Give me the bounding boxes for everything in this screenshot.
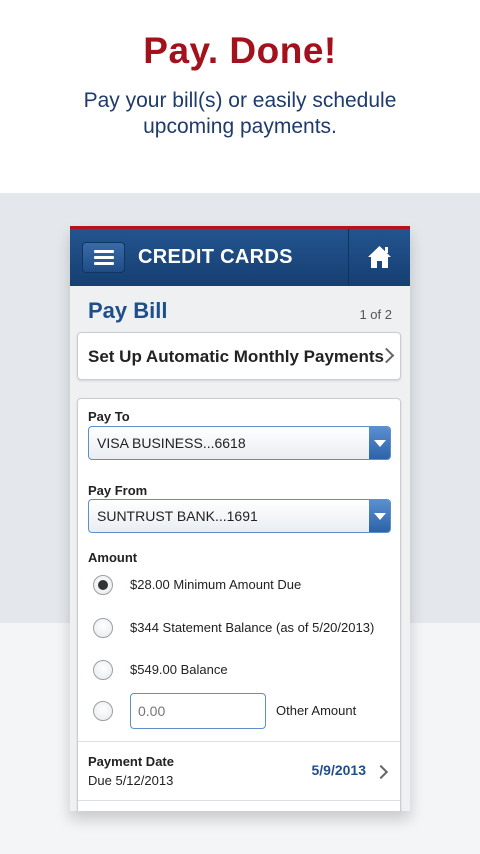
hero-section: Pay. Done! Pay your bill(s) or easily sc… <box>0 0 480 193</box>
payment-form: Pay To VISA BUSINESS...6618 Pay From SUN… <box>77 398 401 811</box>
hamburger-menu-icon[interactable] <box>82 242 125 273</box>
pay-to-select[interactable]: VISA BUSINESS...6618 <box>88 426 391 460</box>
radio-button[interactable] <box>93 618 113 638</box>
header-title: CREDIT CARDS <box>138 246 293 268</box>
hero-subtitle: Pay your bill(s) or easily schedule upco… <box>83 89 397 138</box>
home-icon[interactable] <box>349 229 410 286</box>
app-header: CREDIT CARDS <box>70 226 410 286</box>
pay-to-label: Pay To <box>88 409 130 424</box>
radio-button[interactable] <box>93 660 113 680</box>
radio-button-selected[interactable] <box>93 575 113 595</box>
amount-option-label: $549.00 Balance <box>130 662 228 677</box>
auto-payments-label: Set Up Automatic Monthly Payments <box>88 347 384 366</box>
main-content: Pay Bill 1 of 2 Set Up Automatic Monthly… <box>70 286 410 811</box>
amount-option-label: $28.00 Minimum Amount Due <box>130 577 302 592</box>
phone-screen: CREDIT CARDS Pay Bill 1 of 2 Set Up Auto… <box>70 226 410 811</box>
amount-option-other[interactable]: Other Amount <box>88 693 393 729</box>
pay-from-value: SUNTRUST BANK...1691 <box>97 508 258 524</box>
pay-from-select[interactable]: SUNTRUST BANK...1691 <box>88 499 391 533</box>
other-amount-label: Other Amount <box>276 703 357 718</box>
pay-to-value: VISA BUSINESS...6618 <box>97 435 246 451</box>
other-amount-input[interactable] <box>130 693 266 729</box>
divider <box>78 800 400 801</box>
radio-button[interactable] <box>93 701 113 721</box>
amount-option-balance[interactable]: $549.00 Balance <box>88 655 393 685</box>
auto-payments-button[interactable]: Set Up Automatic Monthly Payments <box>77 332 401 380</box>
amount-label: Amount <box>88 550 138 565</box>
amount-option-label: $344 Statement Balance (as of 5/20/2013) <box>130 620 375 635</box>
payment-date-row[interactable]: Payment Date Due 5/12/2013 5/9/2013 <box>78 742 400 800</box>
amount-option-statement[interactable]: $344 Statement Balance (as of 5/20/2013) <box>88 613 393 643</box>
step-indicator: 1 of 2 <box>359 307 392 322</box>
due-date-text: Due 5/12/2013 <box>88 773 174 788</box>
dropdown-arrow-icon <box>369 427 390 459</box>
page-title: Pay Bill <box>88 298 168 323</box>
payment-date-label: Payment Date <box>88 754 174 769</box>
amount-option-minimum[interactable]: $28.00 Minimum Amount Due <box>88 570 393 600</box>
pay-from-label: Pay From <box>88 483 148 498</box>
chevron-right-icon <box>373 764 389 780</box>
dropdown-arrow-icon <box>369 500 390 532</box>
hero-title: Pay. Done! <box>143 30 337 71</box>
payment-date-value: 5/9/2013 <box>311 762 367 778</box>
